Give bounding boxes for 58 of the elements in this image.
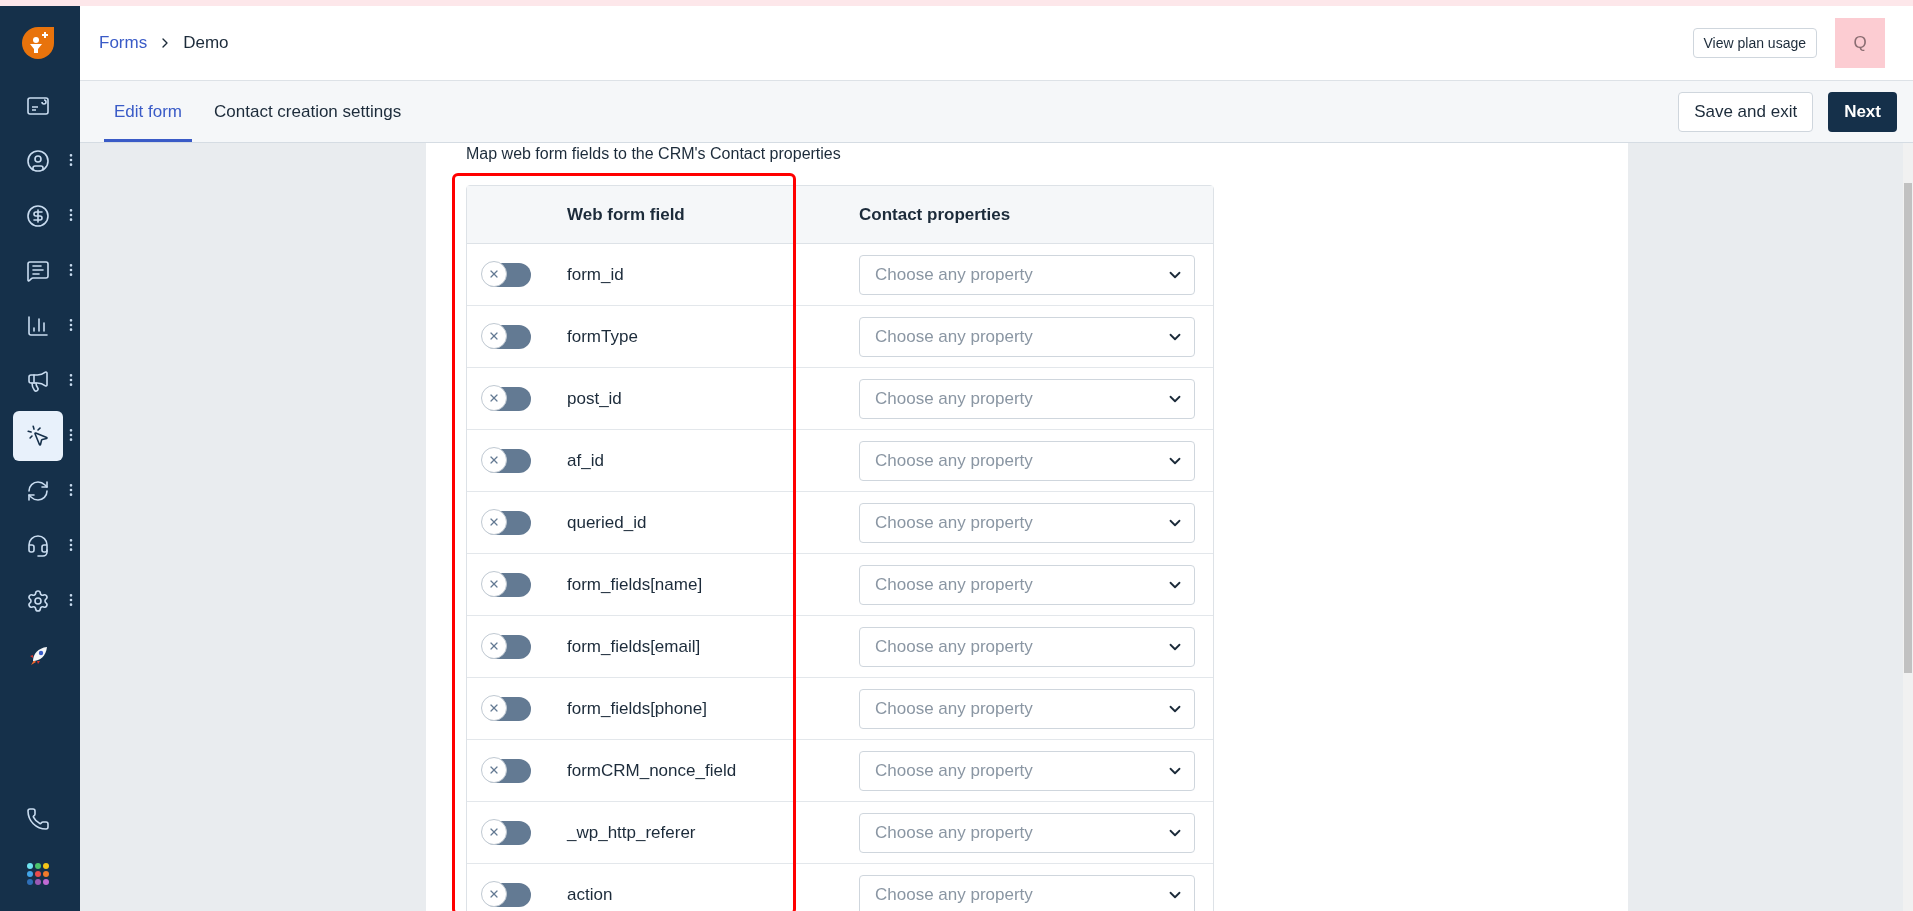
app-logo-icon[interactable] [21,26,55,60]
property-dropdown[interactable]: Choose any property [859,626,1195,667]
tab[interactable]: Contact creation settings [204,81,412,142]
field-name: queried_id [567,512,647,533]
toggle-switch[interactable] [483,820,531,845]
property-dropdown[interactable]: Choose any property [859,378,1195,419]
settings-icon [26,588,50,613]
property-dropdown[interactable]: Choose any property [859,564,1195,605]
toggle-switch[interactable] [483,882,531,907]
toggle-switch[interactable] [483,758,531,783]
field-name: post_id [567,388,622,409]
field-name: af_id [567,450,604,471]
save-and-exit-button[interactable]: Save and exit [1678,91,1814,132]
property-dropdown[interactable]: Choose any property [859,874,1195,911]
chat-icon [26,258,50,283]
property-dropdown[interactable]: Choose any property [859,812,1195,853]
scrollbar-thumb[interactable] [1904,183,1912,673]
property-dropdown[interactable]: Choose any property [859,688,1195,729]
property-dropdown[interactable]: Choose any property [859,316,1195,357]
sidebar-item[interactable] [13,410,63,461]
refresh-icon [26,478,50,503]
column-header: Web form field [567,204,686,225]
apps-grid-icon [27,862,49,885]
view-plan-usage-button[interactable]: View plan usage [1692,28,1817,58]
field-name: action [567,884,613,905]
megaphone-icon [26,368,50,393]
field-name: form_fields[email] [567,636,701,657]
cursor-click-icon [26,423,50,448]
toggle-switch[interactable] [483,572,531,597]
chart-icon [26,313,50,338]
tab[interactable]: Edit form [104,81,193,142]
toggle-switch[interactable] [483,510,531,535]
field-name: formCRM_nonce_field [567,760,737,781]
toggle-switch[interactable] [483,696,531,721]
field-name: form_fields[phone] [567,698,707,719]
field-name: form_id [567,264,624,285]
phone-icon [26,806,50,831]
toggle-switch[interactable] [483,386,531,411]
dollar-icon [26,203,50,228]
property-dropdown[interactable]: Choose any property [859,254,1195,295]
property-dropdown[interactable]: Choose any property [859,440,1195,481]
column-header: Contact properties [859,204,1012,225]
toggle-switch[interactable] [483,448,531,473]
field-name: form_fields[name] [567,574,703,595]
avatar[interactable]: Q [1835,18,1885,68]
field-name: _wp_http_referer [567,822,696,843]
page-title: Demo [183,33,229,53]
headset-icon [26,533,50,558]
next-button[interactable]: Next [1828,91,1897,132]
toggle-switch[interactable] [483,262,531,287]
section-title: Map web form fields to the CRM's Contact properties [466,145,842,163]
property-dropdown[interactable]: Choose any property [859,750,1195,791]
toggle-switch[interactable] [483,634,531,659]
breadcrumb-link[interactable]: Forms [99,33,148,53]
property-dropdown[interactable]: Choose any property [859,502,1195,543]
toggle-switch[interactable] [483,324,531,349]
user-icon [26,148,50,173]
field-name: formType [567,326,638,347]
